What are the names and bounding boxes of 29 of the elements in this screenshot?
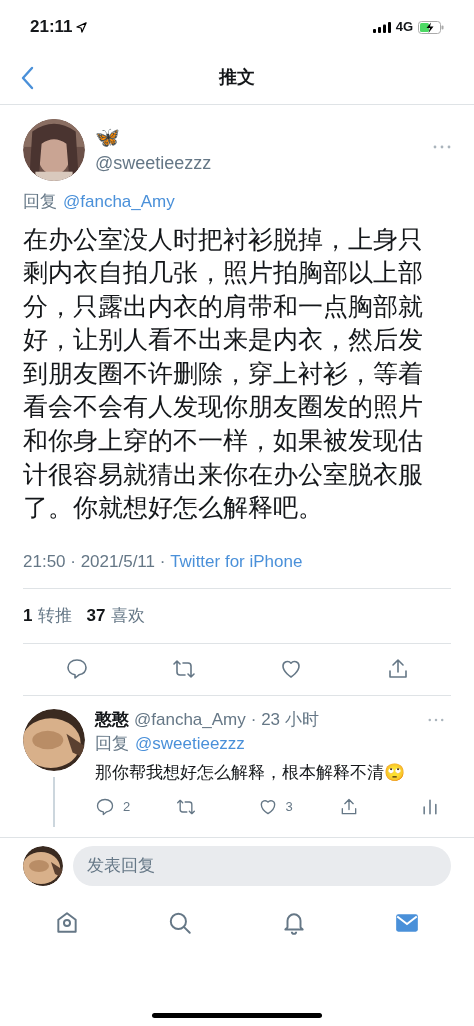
comment-icon[interactable] [64,657,89,682]
reply-time: · 23 小时 [250,708,319,731]
like-count: 37 [86,605,106,628]
comment-icon[interactable] [95,796,115,817]
battery-charging-icon [418,20,444,34]
back-icon[interactable] [20,66,34,90]
location-arrow-icon [75,21,87,33]
signal-icon [372,21,391,33]
reply-label: 回复 [23,191,57,213]
user-handle[interactable]: @sweetieezzz [95,149,423,177]
retweet-label: 转推 [38,605,73,628]
retweet-count: 1 [23,605,33,628]
network-label: 4G [395,18,413,37]
status-time: 21:11 [30,16,73,39]
user-handle[interactable]: @fancha_Amy [134,708,246,731]
tweet-text: 在办公室没人时把衬衫脱掉，上身只剩内衣自拍几张，照片拍胸部以上部分，只露出内衣的肩带和一点胸部就好，让别人看不出来是内衣，然后发到朋友圈不许删除，穿上衬衫，等着看会不会有人发现你朋友圈发的照片和你身上穿的不一样，如果被发现估计很容易就猜出来你在办公室脱衣服了。你就想好怎么解释吧。 [23,224,424,524]
heart-count: 3 [285,798,293,817]
page-title: 推文 [219,65,255,89]
like-label: 喜欢 [111,605,146,628]
mention-link[interactable]: @sweetieezzz [135,730,245,757]
source-link[interactable]: Twitter for iPhone [170,548,303,575]
reply-input-field[interactable]: 发表回复 [73,845,451,886]
reply-label: 回复 [95,732,129,755]
comment-count: 2 [123,798,131,817]
tweet-timestamp: 21:50 · 2021/5/11 · [23,550,167,573]
mention-link[interactable]: @fancha_Amy [63,189,175,215]
display-name: 🦋 [95,124,121,150]
display-name: 憨憨 [95,708,129,731]
reply-text: 那你帮我想好怎么解释，根本解释不清🙄 [95,761,406,784]
